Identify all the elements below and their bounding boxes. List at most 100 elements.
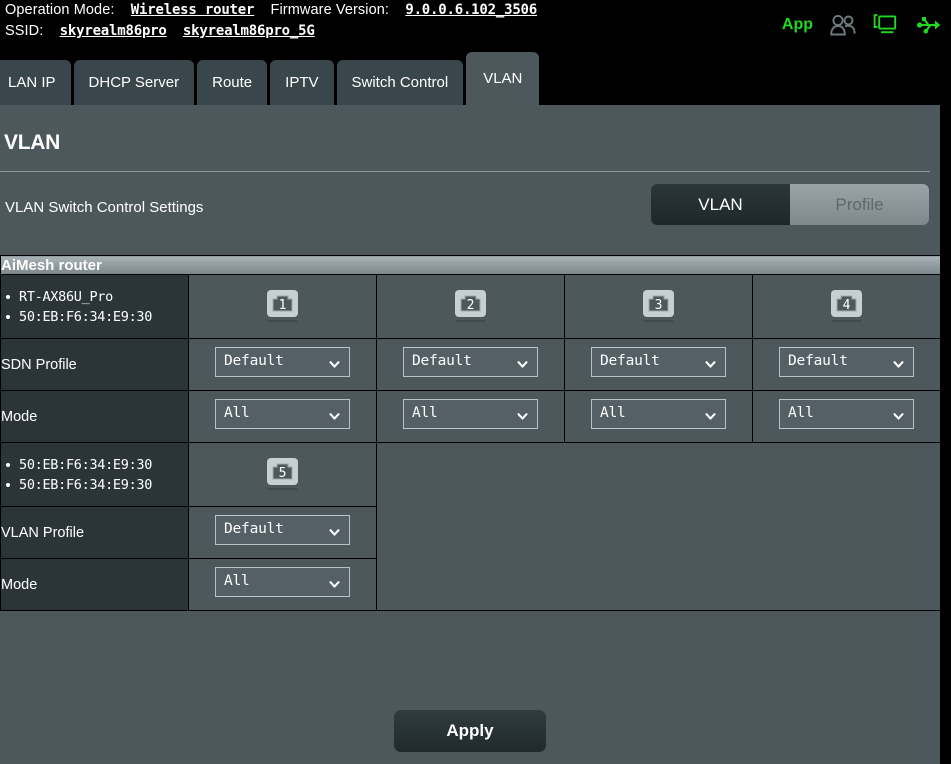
tab-dhcp-server[interactable]: DHCP Server	[73, 60, 195, 105]
tab-lan-ip[interactable]: LAN IP	[0, 60, 71, 105]
device-name: RT-AX86U_Pro	[6, 287, 188, 307]
toggle-vlan-button[interactable]: VLAN	[651, 184, 790, 225]
chevron-down-icon	[329, 409, 340, 420]
select-sdn-profile-3[interactable]: Default	[591, 347, 726, 377]
select-sdn-profile-4[interactable]: Default	[779, 347, 915, 377]
lan-port-icon[interactable]: 3	[642, 289, 675, 322]
select-value: Default	[412, 353, 472, 369]
setting-control-cell: Default	[751, 338, 942, 391]
device-info-list: 50:EB:F6:34:E9:30 50:EB:F6:34:E9:30	[1, 455, 188, 495]
setting-control-cell: Default	[376, 338, 565, 391]
select-value: All	[224, 405, 250, 421]
svg-text:2: 2	[467, 298, 475, 313]
table-section-header-row: AiMesh router	[0, 255, 942, 275]
setting-control-cell: All	[376, 390, 565, 443]
ssid-value-24g[interactable]: skyrealm86pro	[60, 23, 167, 39]
device-ports-row: RT-AX86U_Pro 50:EB:F6:34:E9:30 1 2 3 4	[0, 274, 942, 339]
svg-text:3: 3	[655, 298, 663, 313]
tab-bar: LAN IP DHCP Server Route IPTV Switch Control…	[0, 52, 951, 105]
firmware-label: Firmware Version:	[270, 2, 390, 18]
select-mode-4[interactable]: All	[779, 399, 915, 429]
setting-control-cell: All	[564, 390, 753, 443]
lan-port-icon[interactable]: 4	[830, 289, 863, 322]
setting-label-cell: Mode	[0, 558, 189, 611]
svg-text:1: 1	[279, 298, 287, 313]
chevron-down-icon	[517, 357, 528, 368]
select-value: All	[600, 405, 626, 421]
port-cell: 1	[188, 274, 377, 339]
ssid-value-5g[interactable]: skyrealm86pro_5G	[183, 23, 315, 39]
port-cell: 2	[376, 274, 565, 339]
lan-port-icon[interactable]: 5	[266, 457, 299, 490]
select-vlan-profile-1[interactable]: Default	[215, 515, 350, 545]
lan-port-icon-wrap: 2	[454, 275, 487, 338]
top-status-bar: Operation Mode: Wireless router Firmware…	[0, 0, 951, 52]
setting-control-cell: Default	[188, 338, 377, 391]
chevron-down-icon	[893, 357, 904, 368]
chevron-down-icon	[705, 357, 716, 368]
select-sdn-profile-2[interactable]: Default	[403, 347, 538, 377]
router-admin-page: Operation Mode: Wireless router Firmware…	[0, 0, 951, 764]
select-mode-1[interactable]: All	[215, 399, 350, 429]
apply-button-row: Apply	[0, 710, 940, 752]
chevron-down-icon	[329, 577, 340, 588]
select-sdn-profile-1[interactable]: Default	[215, 347, 350, 377]
apply-button[interactable]: Apply	[394, 710, 546, 752]
setting-row: SDN Profile Default Default Default Default	[0, 338, 942, 391]
chevron-down-icon	[705, 409, 716, 420]
operation-mode-value[interactable]: Wireless router	[131, 2, 255, 18]
setting-control-cell: All	[188, 390, 377, 443]
lan-port-icon[interactable]: 2	[454, 289, 487, 322]
monitor-icon[interactable]	[873, 14, 899, 36]
section-header-label: AiMesh router	[0, 255, 942, 275]
lan-port-icon-wrap: 5	[266, 443, 299, 506]
lan-port-icon-wrap: 1	[266, 275, 299, 338]
select-value: All	[224, 573, 250, 589]
lan-port-icon[interactable]: 1	[266, 289, 299, 322]
content-panel: VLAN VLAN Switch Control Settings VLAN P…	[0, 105, 942, 764]
tab-switch-control[interactable]: Switch Control	[336, 60, 464, 105]
ssid-label: SSID:	[5, 23, 44, 39]
device-info-cell: RT-AX86U_Pro 50:EB:F6:34:E9:30	[0, 274, 189, 339]
device-ports-row: 50:EB:F6:34:E9:30 50:EB:F6:34:E9:30 5	[0, 442, 942, 611]
device-info-cell: 50:EB:F6:34:E9:30 50:EB:F6:34:E9:30	[0, 442, 189, 507]
users-icon[interactable]	[829, 14, 857, 36]
select-value: Default	[788, 353, 848, 369]
tab-iptv[interactable]: IPTV	[270, 60, 334, 105]
title-divider	[0, 171, 930, 172]
usb-icon[interactable]	[915, 14, 941, 36]
select-value: Default	[224, 353, 284, 369]
tab-route[interactable]: Route	[197, 60, 268, 105]
select-value: All	[412, 405, 438, 421]
settings-section-label: VLAN Switch Control Settings	[5, 199, 204, 216]
setting-label-cell: VLAN Profile	[0, 506, 189, 559]
chevron-down-icon	[517, 409, 528, 420]
toggle-profile-button[interactable]: Profile	[790, 184, 929, 225]
setting-control-cell: All	[751, 390, 942, 443]
device-info-list: RT-AX86U_Pro 50:EB:F6:34:E9:30	[1, 287, 188, 327]
setting-control-cell: All	[188, 558, 377, 611]
top-icon-group: App	[782, 8, 941, 42]
setting-row: Mode All All All All	[0, 390, 942, 443]
chevron-down-icon	[329, 525, 340, 536]
app-link[interactable]: App	[782, 17, 813, 33]
firmware-value[interactable]: 9.0.0.6.102_3506	[405, 2, 537, 18]
setting-control-cell: Default	[188, 506, 377, 559]
device-mac: 50:EB:F6:34:E9:30	[6, 307, 188, 327]
operation-mode-label: Operation Mode:	[5, 2, 115, 18]
vlan-table-container: AiMesh router RT-AX86U_Pro 50:EB:F6:34:E9…	[0, 255, 942, 611]
select-mode-3[interactable]: All	[591, 399, 726, 429]
empty-span-cell	[375, 442, 942, 611]
view-toggle-group: VLAN Profile	[651, 184, 929, 225]
device-mac: 50:EB:F6:34:E9:30	[6, 475, 188, 495]
chevron-down-icon	[329, 357, 340, 368]
operation-mode-line: Operation Mode: Wireless router Firmware…	[5, 2, 537, 18]
tab-vlan[interactable]: VLAN	[466, 52, 540, 105]
select-mode-1[interactable]: All	[215, 567, 350, 597]
setting-control-cell: Default	[564, 338, 753, 391]
port-cell: 5	[188, 442, 377, 507]
select-value: Default	[224, 521, 284, 537]
lan-port-icon-wrap: 3	[642, 275, 675, 338]
port-cell: 3	[564, 274, 753, 339]
select-mode-2[interactable]: All	[403, 399, 538, 429]
